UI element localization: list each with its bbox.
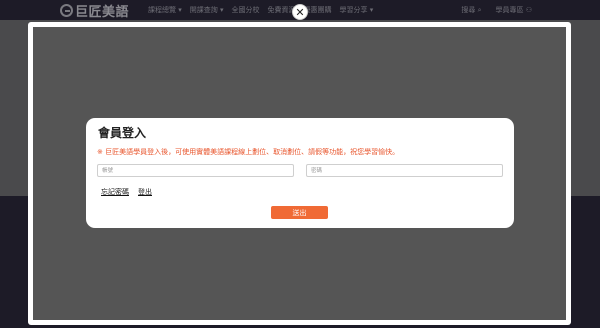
user-icon: ⚇ bbox=[525, 6, 532, 14]
search-icon: ⌕ bbox=[477, 6, 482, 14]
login-notice: ※ 巨匠美語學員登入後，可使用實體美語課程線上劃位、取消劃位、請假等功能，祝您學… bbox=[97, 148, 400, 156]
close-icon: ✕ bbox=[295, 5, 305, 19]
site-logo[interactable]: 巨匠美語 bbox=[60, 2, 130, 20]
close-button[interactable]: ✕ bbox=[292, 4, 308, 20]
nav-right: 搜尋 ⌕ 學員專區 ⚇ bbox=[461, 0, 532, 20]
account-input[interactable] bbox=[97, 164, 294, 177]
logout-link[interactable]: 登出 bbox=[138, 187, 152, 197]
search-label: 搜尋 bbox=[461, 6, 476, 14]
login-dialog: 會員登入 ※ 巨匠美語學員登入後，可使用實體美語課程線上劃位、取消劃位、請假等功… bbox=[86, 118, 514, 228]
logo-icon bbox=[60, 3, 73, 17]
submit-button[interactable]: 送出 bbox=[271, 206, 328, 219]
logo-text: 巨匠美語 bbox=[75, 4, 130, 20]
member-area-label: 學員專區 bbox=[495, 6, 524, 14]
search-link[interactable]: 搜尋 ⌕ bbox=[461, 5, 481, 15]
forgot-password-link[interactable]: 忘記密碼 bbox=[101, 187, 129, 197]
nav-item-courses[interactable]: 課程總覽 ▾ bbox=[148, 5, 182, 15]
nav-item-schedule[interactable]: 開課查詢 ▾ bbox=[190, 5, 224, 15]
nav-item-sharing[interactable]: 學習分享 ▾ bbox=[340, 5, 374, 15]
login-links: 忘記密碼 登出 bbox=[101, 187, 152, 197]
member-area-link[interactable]: 學員專區 ⚇ bbox=[495, 5, 532, 15]
dialog-title: 會員登入 bbox=[98, 126, 147, 140]
nav-item-branches[interactable]: 全國分校 bbox=[232, 5, 260, 15]
password-input[interactable] bbox=[306, 164, 503, 177]
main-nav: 課程總覽 ▾ 開課查詢 ▾ 全國分校 免費資源 優惠團購 學習分享 ▾ bbox=[148, 0, 373, 20]
